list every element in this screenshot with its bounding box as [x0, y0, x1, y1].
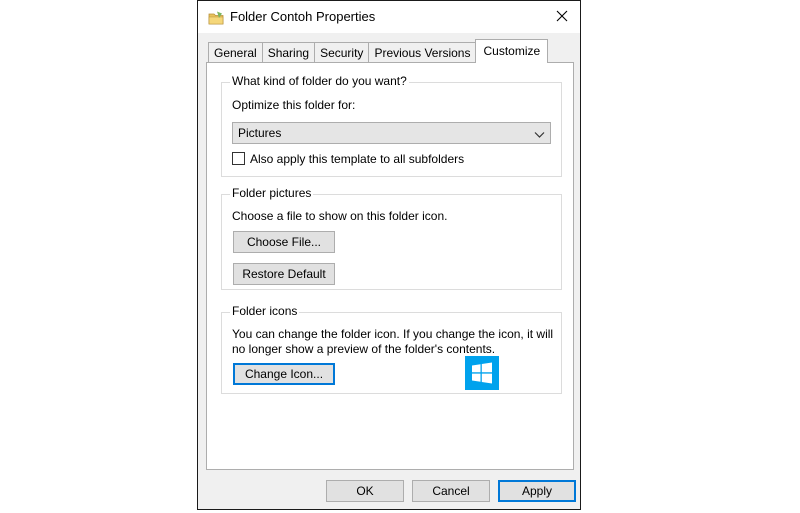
- group-legend: Folder icons: [230, 304, 300, 318]
- tab-security[interactable]: Security: [314, 42, 370, 63]
- optimize-dropdown[interactable]: Pictures: [232, 122, 551, 144]
- title-bar[interactable]: Folder Contoh Properties: [198, 1, 580, 33]
- optimize-label: Optimize this folder for:: [232, 98, 356, 112]
- windows-logo-icon: [465, 356, 499, 390]
- close-button[interactable]: [550, 5, 574, 27]
- apply-button[interactable]: Apply: [498, 480, 576, 502]
- folder-icons-description-line1: You can change the folder icon. If you c…: [232, 327, 554, 341]
- tab-general[interactable]: General: [208, 42, 263, 63]
- change-icon-button[interactable]: Change Icon...: [233, 363, 335, 385]
- tab-previous-versions[interactable]: Previous Versions: [368, 42, 477, 63]
- close-icon: [556, 10, 568, 22]
- customize-panel: What kind of folder do you want? Optimiz…: [206, 62, 574, 470]
- tab-strip: General Sharing Security Previous Versio…: [208, 39, 549, 63]
- group-legend: What kind of folder do you want?: [230, 74, 409, 88]
- tab-sharing[interactable]: Sharing: [261, 42, 316, 63]
- folder-type-group: What kind of folder do you want? Optimiz…: [221, 74, 562, 177]
- cancel-button[interactable]: Cancel: [412, 480, 490, 502]
- apply-subfolders-checkbox[interactable]: [232, 152, 245, 165]
- ok-button[interactable]: OK: [326, 480, 404, 502]
- folder-pictures-description: Choose a file to show on this folder ico…: [232, 209, 448, 223]
- chevron-down-icon: [534, 128, 545, 142]
- folder-icons-description-line2: no longer show a preview of the folder's…: [232, 342, 496, 356]
- folder-icon: [208, 11, 224, 25]
- dropdown-value: Pictures: [238, 126, 282, 140]
- properties-dialog: Folder Contoh Properties General Sharing…: [197, 0, 581, 510]
- window-title: Folder Contoh Properties: [230, 9, 376, 24]
- restore-default-button[interactable]: Restore Default: [233, 263, 335, 285]
- apply-subfolders-label[interactable]: Also apply this template to all subfolde…: [250, 152, 464, 166]
- group-legend: Folder pictures: [230, 186, 314, 200]
- folder-pictures-group: Folder pictures Choose a file to show on…: [221, 186, 562, 290]
- choose-file-button[interactable]: Choose File...: [233, 231, 335, 253]
- folder-icons-group: Folder icons You can change the folder i…: [221, 304, 562, 394]
- tab-customize[interactable]: Customize: [475, 39, 549, 63]
